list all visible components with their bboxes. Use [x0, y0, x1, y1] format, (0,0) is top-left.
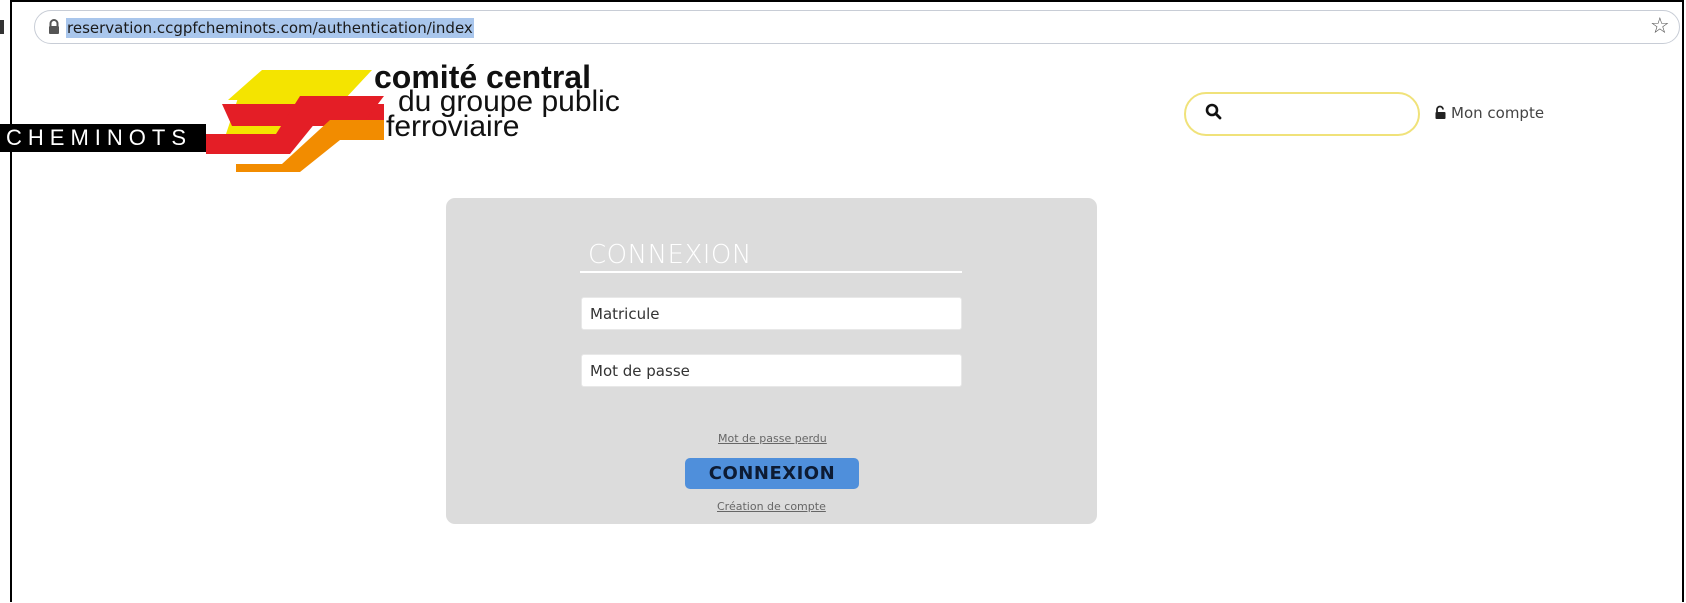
matricule-field[interactable]	[581, 297, 962, 330]
ccgpf-logo-graphic	[206, 70, 384, 172]
title-underline	[580, 271, 962, 273]
lost-password-link[interactable]: Mot de passe perdu	[718, 432, 827, 445]
create-account-link[interactable]: Création de compte	[717, 500, 826, 513]
connexion-button[interactable]: CONNEXION	[685, 458, 859, 489]
unlock-icon	[1435, 105, 1446, 119]
account-label: Mon compte	[1451, 104, 1545, 122]
lock-icon[interactable]	[47, 18, 61, 36]
star-icon[interactable]: ☆	[1650, 14, 1670, 39]
account-link[interactable]: Mon compte	[1434, 104, 1544, 122]
search-icon[interactable]	[1205, 103, 1223, 121]
browser-edge-mark	[0, 20, 4, 34]
cheminots-label: CHEMINOTS	[0, 124, 206, 152]
password-field[interactable]	[581, 354, 962, 387]
logo-line-3: ferroviaire	[386, 110, 520, 143]
login-title: CONNEXION	[588, 240, 752, 270]
url-text[interactable]: reservation.ccgpfcheminots.com/authentic…	[66, 18, 474, 38]
